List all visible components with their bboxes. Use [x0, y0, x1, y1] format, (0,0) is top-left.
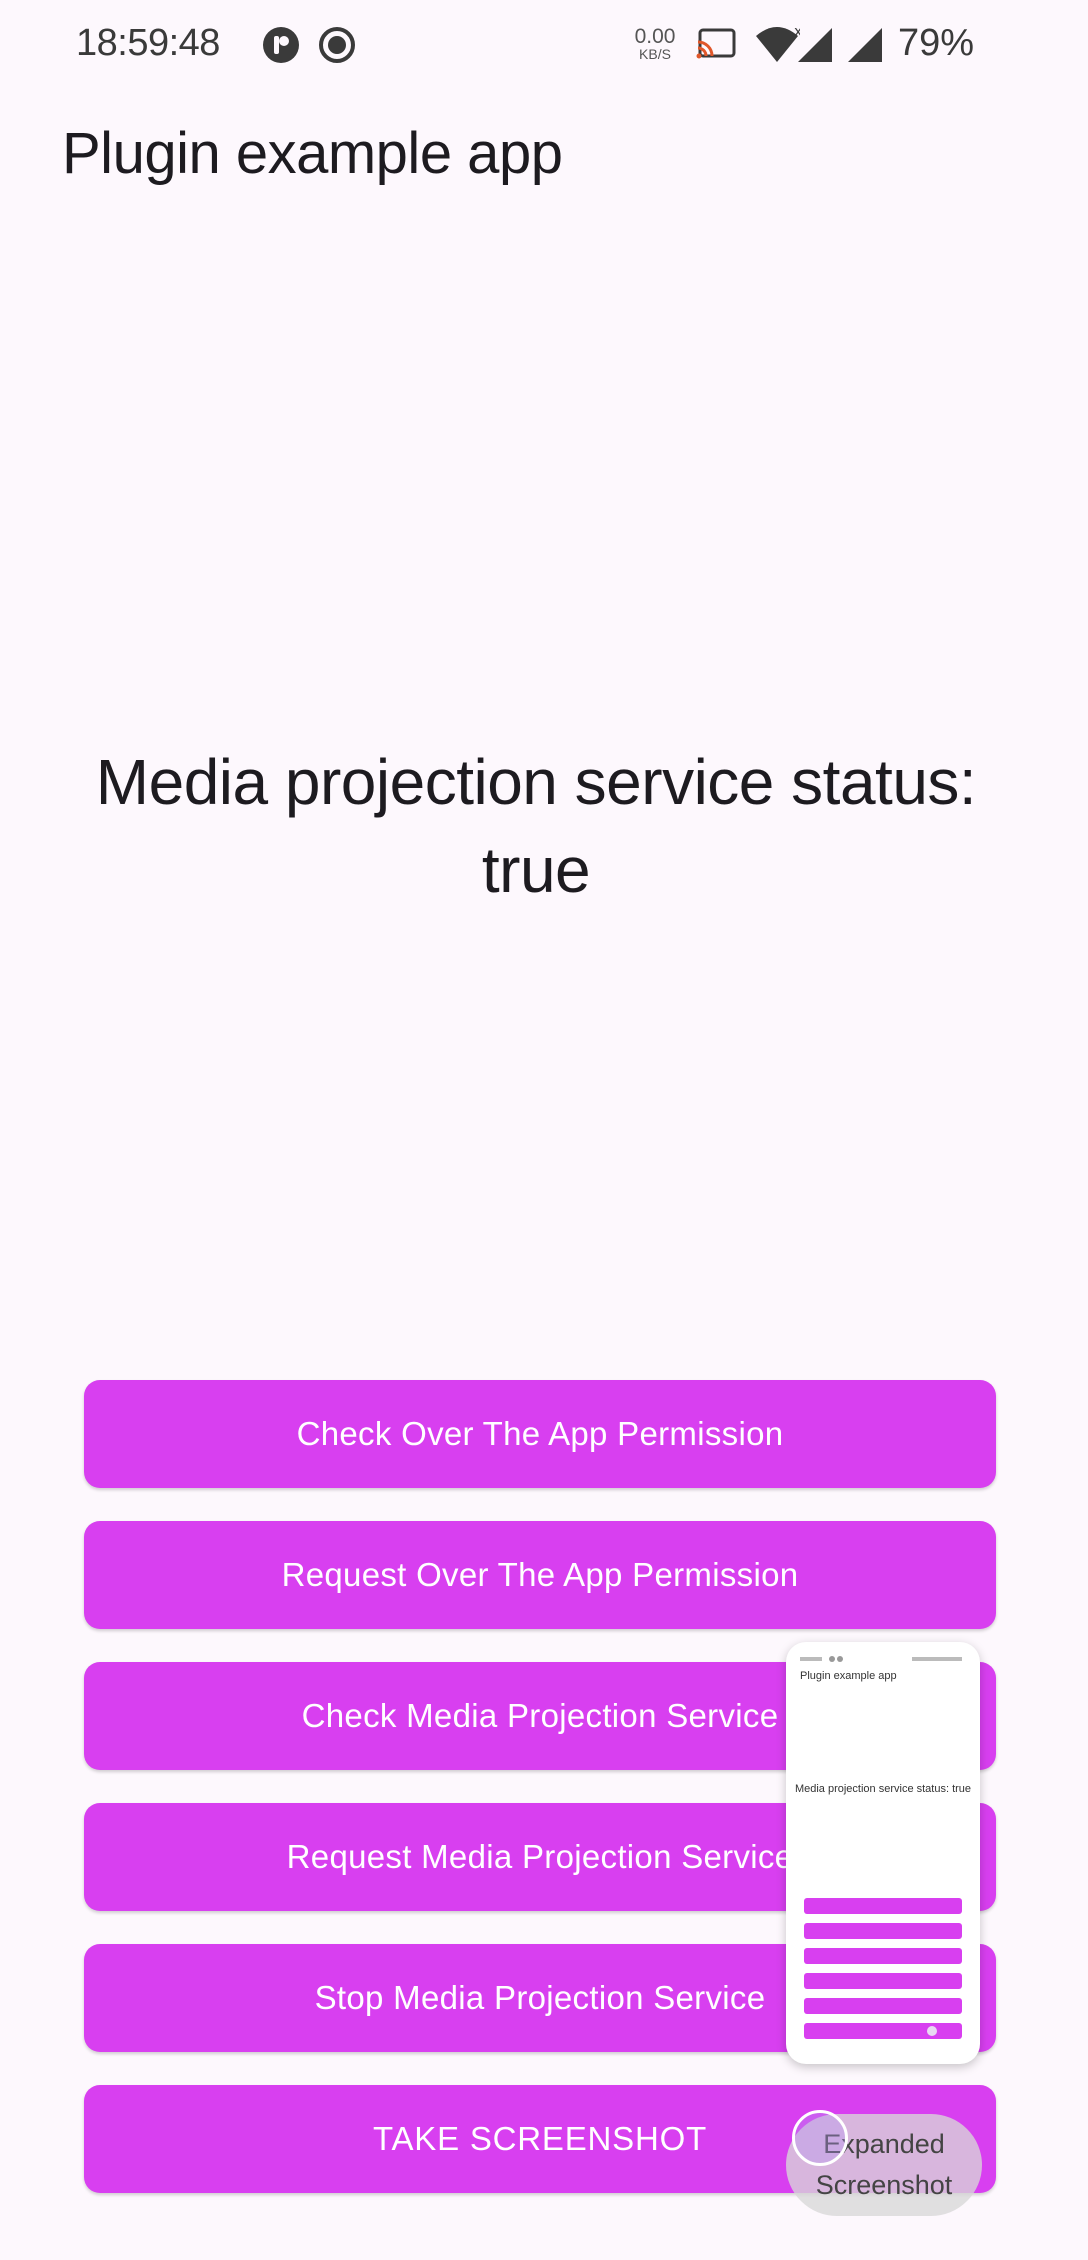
status-time: 18:59:48: [76, 22, 220, 64]
net-speed-value: 0.00: [634, 25, 676, 48]
preview-button: [804, 1948, 962, 1964]
signal-icon: [846, 26, 886, 69]
preview-button: [804, 1973, 962, 1989]
screenshot-preview[interactable]: Plugin example app Media projection serv…: [786, 1642, 980, 2064]
record-icon: [318, 26, 356, 69]
preview-button: [804, 2023, 962, 2039]
app-notification-icon: [262, 26, 300, 69]
page-title: Plugin example app: [62, 121, 563, 186]
preview-button: [804, 1998, 962, 2014]
preview-status-text: Media projection service status: true: [794, 1783, 972, 1795]
net-speed-unit: KB/S: [639, 46, 671, 62]
media-projection-status: Media projection service status: true: [95, 746, 977, 906]
cast-icon: [696, 28, 736, 65]
check-overlay-permission-button[interactable]: Check Over The App Permission: [84, 1380, 996, 1488]
preview-status-bar: [800, 1650, 966, 1662]
net-speed: 0.00 KB/S: [630, 26, 680, 61]
battery-level: 79%: [898, 22, 975, 64]
request-overlay-permission-button[interactable]: Request Over The App Permission: [84, 1521, 996, 1629]
touch-indicator: [792, 2110, 848, 2166]
preview-button: [804, 1898, 962, 1914]
wifi-icon: x: [754, 24, 802, 69]
signal-icon: [796, 26, 836, 69]
preview-title: Plugin example app: [800, 1670, 897, 1682]
preview-button: [804, 1923, 962, 1939]
status-bar: 18:59:48 0.00 KB/S x 79%: [0, 0, 1088, 92]
